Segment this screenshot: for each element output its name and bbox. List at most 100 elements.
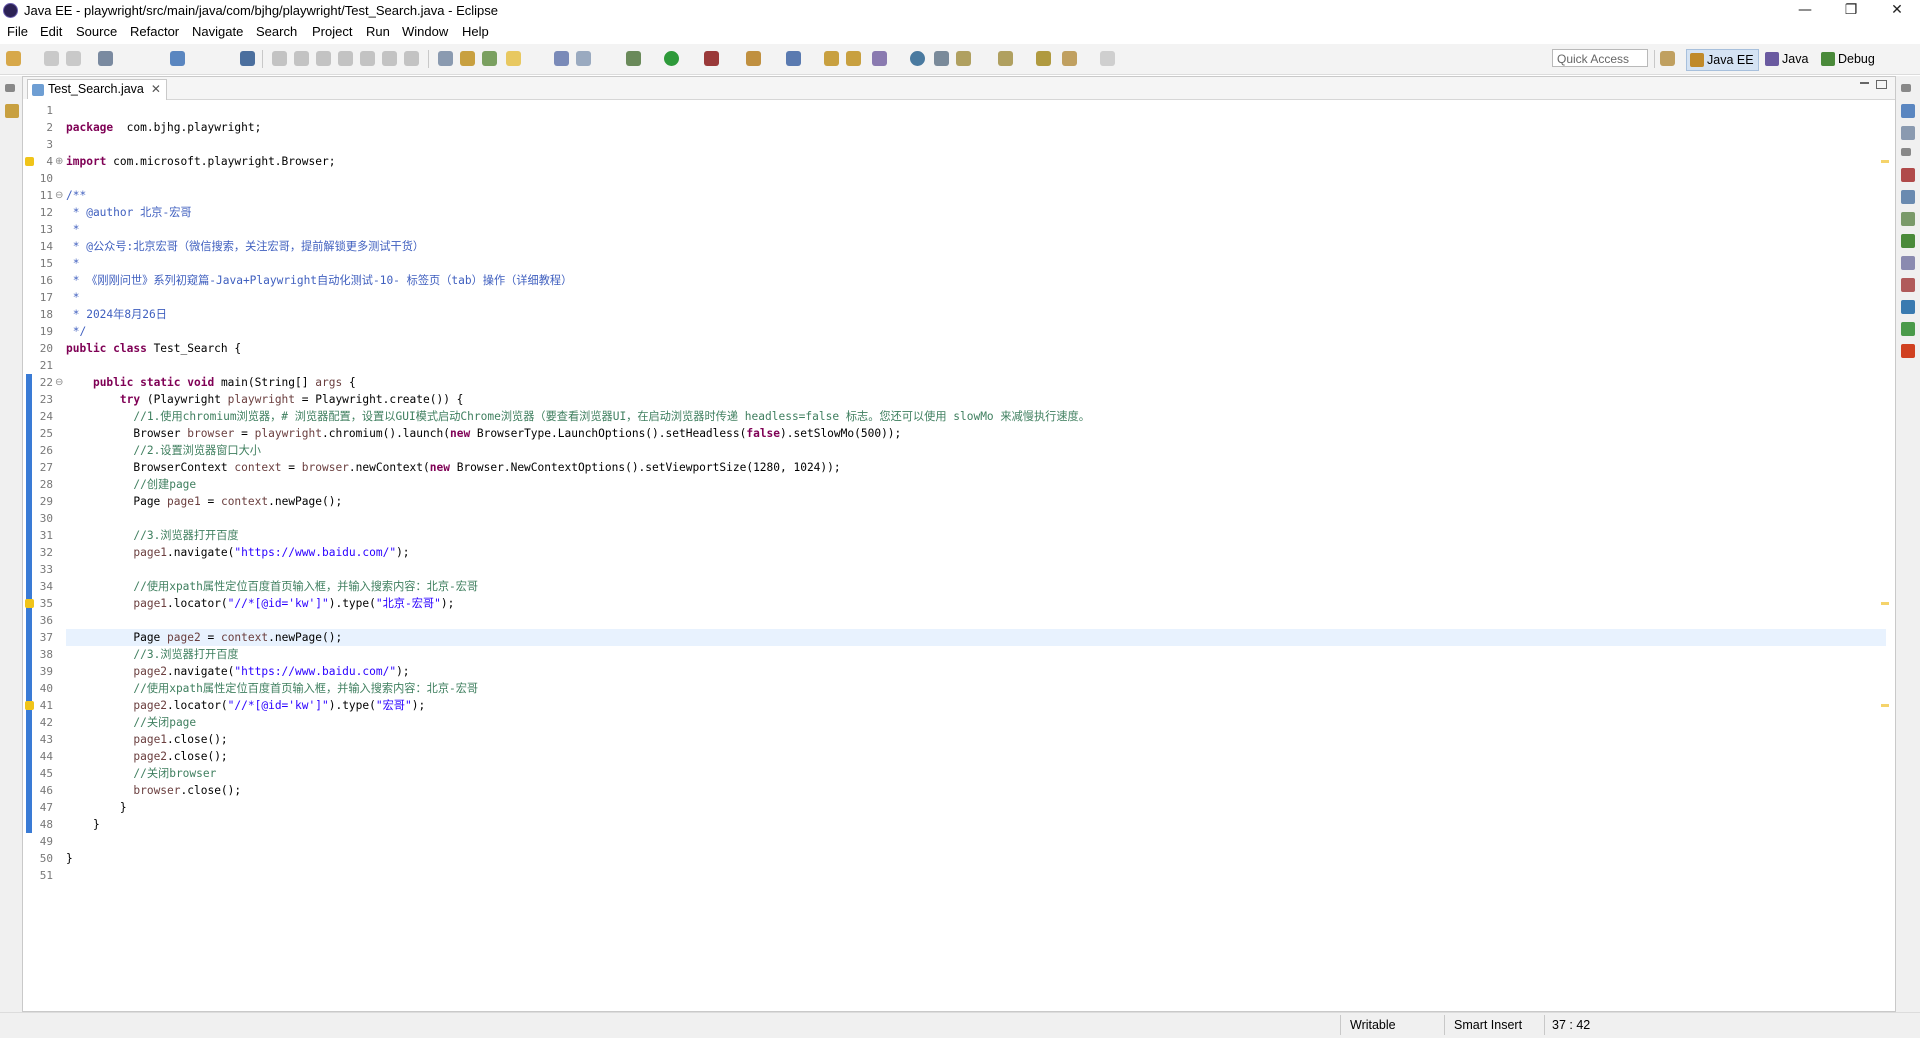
code-line[interactable]: */ <box>66 323 86 340</box>
problems-icon[interactable] <box>1901 168 1915 182</box>
code-line[interactable]: //使用xpath属性定位百度首页输入框，并输入搜索内容：北京-宏哥 <box>66 578 478 595</box>
task-list-icon[interactable] <box>1901 126 1915 140</box>
restore-icon[interactable] <box>5 84 15 92</box>
maximize-editor-icon[interactable] <box>1876 80 1887 89</box>
run-icon[interactable] <box>664 51 679 66</box>
package-explorer-icon[interactable] <box>5 104 19 118</box>
menu-edit[interactable]: Edit <box>40 24 62 39</box>
data-source-icon[interactable] <box>1901 256 1915 270</box>
code-line[interactable]: Page page2 = context.newPage(); <box>66 629 342 646</box>
menu-run[interactable]: Run <box>366 24 390 39</box>
code-line[interactable]: //关闭browser <box>66 765 216 782</box>
code-line[interactable]: /** <box>66 187 86 204</box>
step-into-icon[interactable] <box>360 51 375 66</box>
overview-ruler-warning[interactable] <box>1881 602 1889 605</box>
save-all-icon[interactable] <box>66 51 81 66</box>
progress-icon[interactable] <box>1901 322 1915 336</box>
collapse-fold-icon[interactable]: ⊖ <box>55 374 63 391</box>
new-server-icon[interactable] <box>786 51 801 66</box>
code-line[interactable]: * <box>66 221 80 238</box>
terminal-icon[interactable] <box>170 51 185 66</box>
code-line[interactable]: public class Test_Search { <box>66 340 241 357</box>
search-icon[interactable] <box>482 51 497 66</box>
code-line[interactable]: package com.bjhg.playwright; <box>66 119 261 136</box>
perspective-java[interactable]: Java <box>1762 49 1812 69</box>
code-line[interactable]: Page page1 = context.newPage(); <box>66 493 342 510</box>
disconnect-icon[interactable] <box>338 51 353 66</box>
horizontal-scrollbar[interactable] <box>66 977 1886 989</box>
menu-project[interactable]: Project <box>312 24 352 39</box>
code-line[interactable]: //3.浏览器打开百度 <box>66 646 238 663</box>
restore-icon[interactable] <box>1901 148 1911 156</box>
menu-window[interactable]: Window <box>402 24 448 39</box>
open-file-icon[interactable] <box>846 51 861 66</box>
console-icon[interactable] <box>1901 300 1915 314</box>
print-icon[interactable] <box>98 51 113 66</box>
code-line[interactable]: //创建page <box>66 476 196 493</box>
quick-access-input[interactable]: Quick Access <box>1552 49 1648 67</box>
external-tools-icon[interactable] <box>746 51 761 66</box>
restore-icon[interactable] <box>1901 84 1911 92</box>
menu-file[interactable]: File <box>7 24 28 39</box>
open-folder-icon[interactable] <box>824 51 839 66</box>
javadoc-icon[interactable] <box>1901 190 1915 204</box>
code-line[interactable]: } <box>66 816 100 833</box>
snippets-icon[interactable] <box>1901 278 1915 292</box>
code-line[interactable]: page2.locator("//*[@id='kw']").type("宏哥"… <box>66 697 425 714</box>
outline-icon[interactable] <box>1901 104 1915 118</box>
terminal-view-icon[interactable] <box>1901 344 1915 358</box>
open-task-icon[interactable] <box>460 51 475 66</box>
close-window-button[interactable]: ✕ <box>1874 0 1920 22</box>
code-line[interactable]: * @公众号:北京宏哥（微信搜索，关注宏哥，提前解锁更多测试干货） <box>66 238 424 255</box>
code-line[interactable]: page1.locator("//*[@id='kw']").type("北京-… <box>66 595 454 612</box>
menu-help[interactable]: Help <box>462 24 489 39</box>
code-line[interactable]: try (Playwright playwright = Playwright.… <box>66 391 464 408</box>
menu-search[interactable]: Search <box>256 24 297 39</box>
block-selection-icon[interactable] <box>554 51 569 66</box>
expand-fold-icon[interactable]: ⊕ <box>55 153 63 170</box>
step-return-icon[interactable] <box>404 51 419 66</box>
show-whitespace-icon[interactable] <box>576 51 591 66</box>
globe-icon[interactable] <box>910 51 925 66</box>
code-line[interactable]: //2.设置浏览器窗口大小 <box>66 442 261 459</box>
tab-test-search-java[interactable]: Test_Search.java ✕ <box>27 79 167 100</box>
code-line[interactable]: * @author 北京-宏哥 <box>66 204 192 221</box>
code-line[interactable]: page1.close(); <box>66 731 227 748</box>
restore-button[interactable]: ❐ <box>1828 0 1874 22</box>
forward-icon[interactable] <box>1100 51 1115 66</box>
new-icon[interactable] <box>6 51 21 66</box>
toggle-mark-occurrences-icon[interactable] <box>506 51 521 66</box>
menu-refactor[interactable]: Refactor <box>130 24 179 39</box>
code-line[interactable]: * <box>66 289 80 306</box>
pen-icon[interactable] <box>872 51 887 66</box>
resume-icon[interactable] <box>272 51 287 66</box>
suspend-icon[interactable] <box>294 51 309 66</box>
declaration-icon[interactable] <box>1901 212 1915 226</box>
code-line[interactable]: page2.navigate("https://www.baidu.com/")… <box>66 663 409 680</box>
perspective-java-ee[interactable]: Java EE <box>1686 49 1759 71</box>
perspective-debug[interactable]: Debug <box>1818 49 1879 69</box>
minimize-button[interactable]: — <box>1782 0 1828 22</box>
code-line[interactable]: page2.close(); <box>66 748 227 765</box>
code-editor[interactable]: 1 2 3 4 ⊕ 10 11 ⊖ 12 13 14 15 16 17 18 19 20 21 22 ⊖ 23 24 25 2… <box>23 99 1895 989</box>
close-tab-icon[interactable]: ✕ <box>151 80 161 99</box>
last-edit-location-icon[interactable] <box>1036 51 1051 66</box>
code-line[interactable]: Browser browser = playwright.chromium().… <box>66 425 901 442</box>
coverage-icon[interactable] <box>704 51 719 66</box>
warning-icon[interactable] <box>25 701 34 710</box>
code-line[interactable]: } <box>66 799 127 816</box>
web-browser-icon[interactable] <box>934 51 949 66</box>
warning-icon[interactable] <box>25 157 34 166</box>
code-line[interactable]: //1.使用chromium浏览器，# 浏览器配置，设置以GUI模式启动Chro… <box>66 408 1090 425</box>
servers-icon[interactable] <box>1901 234 1915 248</box>
code-line[interactable]: page1.navigate("https://www.baidu.com/")… <box>66 544 409 561</box>
previous-annotation-icon[interactable] <box>998 51 1013 66</box>
terminate-icon[interactable] <box>316 51 331 66</box>
code-line[interactable]: * 《刚刚问世》系列初窥篇-Java+Playwright自动化测试-10- 标… <box>66 272 573 289</box>
code-line[interactable]: browser.close(); <box>66 782 241 799</box>
overview-ruler-warning[interactable] <box>1881 704 1889 707</box>
code-line[interactable]: //3.浏览器打开百度 <box>66 527 238 544</box>
collapse-fold-icon[interactable]: ⊖ <box>55 187 63 204</box>
skip-breakpoints-icon[interactable] <box>240 51 255 66</box>
code-line[interactable]: * <box>66 255 80 272</box>
